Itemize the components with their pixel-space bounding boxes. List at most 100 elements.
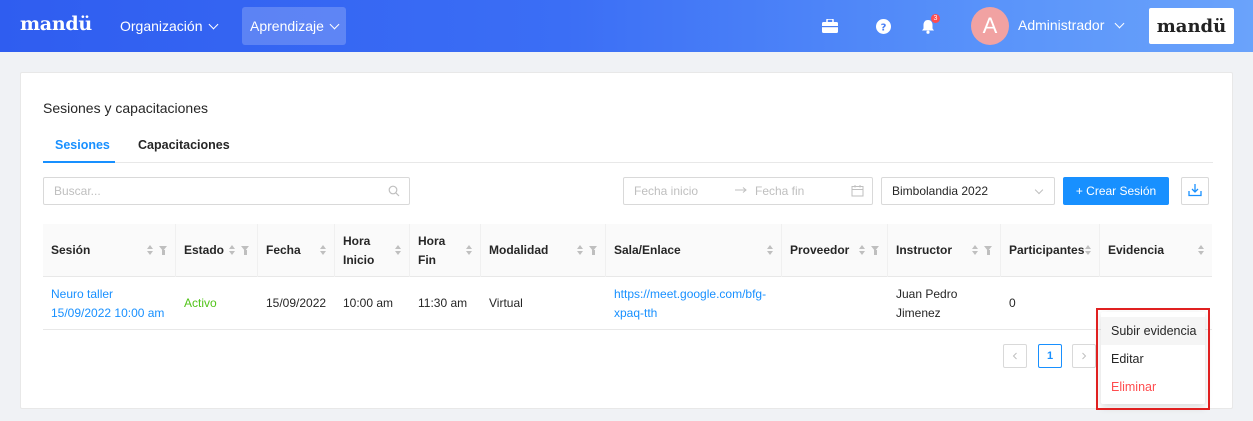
create-session-button[interactable]: + Crear Sesión — [1063, 177, 1169, 205]
avatar[interactable]: A — [971, 7, 1009, 45]
table-row: Neuro taller 15/09/2022 10:00 am Activo 1… — [43, 277, 1212, 330]
filter-icon[interactable] — [589, 245, 598, 256]
sort-icon[interactable] — [1198, 245, 1205, 256]
col-label: Sala/Enlace — [614, 243, 681, 257]
tab-active-indicator — [43, 161, 115, 163]
start-cell: 10:00 am — [343, 296, 394, 310]
nav-organizacion-label: Organización — [120, 18, 203, 34]
col-participantes[interactable]: Participantes — [1001, 224, 1100, 277]
search-input[interactable] — [54, 184, 374, 198]
avatar-letter: A — [982, 13, 998, 38]
chevron-down-icon — [1034, 185, 1044, 195]
sort-icon[interactable] — [229, 245, 236, 256]
col-label: Hora — [418, 233, 446, 248]
date-start-input[interactable]: Fecha inicio — [634, 184, 698, 198]
meeting-link-line1: https://meet.google.com/bfg- — [614, 286, 767, 301]
search-box — [43, 177, 410, 205]
download-button[interactable] — [1181, 177, 1209, 205]
date-end-input[interactable]: Fecha fin — [755, 184, 804, 198]
filter-icon[interactable] — [984, 245, 993, 256]
col-sesion[interactable]: Sesión — [43, 224, 176, 277]
tabs: Sesiones Capacitaciones — [43, 129, 1213, 163]
col-label: Instructor — [896, 243, 953, 257]
instructor-cell: Juan Pedro Jimenez — [888, 277, 1001, 330]
col-hora-fin[interactable]: Hora Fin — [410, 224, 481, 277]
col-modalidad[interactable]: Modalidad — [481, 224, 606, 277]
table-header: Sesión Estado Fecha Hora Inicio Hora Fin M… — [43, 224, 1212, 277]
sort-icon[interactable] — [395, 245, 402, 256]
col-label: Fecha — [266, 243, 301, 257]
mode-cell: Virtual — [489, 296, 523, 310]
sort-icon[interactable] — [320, 245, 327, 256]
filter-icon[interactable] — [241, 245, 250, 256]
meeting-link[interactable]: https://meet.google.com/bfg-xpaq-tth — [606, 277, 782, 330]
nav-aprendizaje-label: Aprendizaje — [250, 18, 324, 34]
chevron-right-icon — [1082, 352, 1087, 360]
col-evidencia[interactable]: Evidencia — [1100, 224, 1212, 277]
sort-icon[interactable] — [972, 245, 979, 256]
nav-organizacion[interactable]: Organización — [112, 7, 225, 45]
provider-cell — [782, 277, 888, 330]
page-title: Sesiones y capacitaciones — [43, 100, 208, 116]
pagination-page[interactable]: 1 — [1038, 344, 1062, 368]
download-icon — [1188, 183, 1202, 200]
instructor-last: Jimenez — [896, 305, 941, 320]
logo[interactable]: mandü — [20, 13, 92, 35]
col-proveedor[interactable]: Proveedor — [782, 224, 888, 277]
chevron-down-icon — [208, 19, 218, 29]
sort-icon[interactable] — [767, 245, 774, 256]
sort-icon[interactable] — [147, 245, 154, 256]
user-menu[interactable]: Administrador — [1018, 17, 1125, 33]
date-cell: 15/09/2022 — [266, 296, 327, 310]
col-label: Proveedor — [790, 243, 850, 257]
session-name: Neuro taller — [51, 286, 114, 301]
col-fecha[interactable]: Fecha — [258, 224, 335, 277]
participants-cell: 0 — [1009, 296, 1016, 310]
pagination-next[interactable] — [1072, 344, 1096, 368]
chevron-left-icon — [1012, 352, 1017, 360]
instructor-first: Juan Pedro — [896, 286, 958, 301]
col-hora-inicio[interactable]: Hora Inicio — [335, 224, 410, 277]
briefcase-icon[interactable] — [820, 16, 840, 36]
col-sala-enlace[interactable]: Sala/Enlace — [606, 224, 782, 277]
col-label: Estado — [184, 243, 225, 257]
col-estado[interactable]: Estado — [176, 224, 258, 277]
status-cell: Activo — [184, 296, 217, 310]
top-navbar: mandü Organización Aprendizaje ? 3 A Adm… — [0, 0, 1253, 52]
session-datetime: 15/09/2022 10:00 am — [51, 305, 165, 320]
brand-logo: mandü — [1149, 8, 1234, 44]
pagination-prev[interactable] — [1003, 344, 1027, 368]
nav-aprendizaje[interactable]: Aprendizaje — [242, 7, 346, 45]
svg-text:?: ? — [880, 22, 886, 33]
tab-sesiones[interactable]: Sesiones — [55, 138, 110, 152]
calendar-icon — [851, 184, 864, 200]
search-icon[interactable] — [388, 185, 400, 200]
chevron-down-icon — [329, 19, 340, 29]
user-name: Administrador — [1018, 17, 1105, 33]
sort-icon[interactable] — [1085, 245, 1092, 256]
sort-icon[interactable] — [577, 245, 584, 256]
program-select-value: Bimbolandia 2022 — [892, 184, 989, 198]
end-cell: 11:30 am — [418, 296, 468, 310]
col-label: Evidencia — [1108, 243, 1165, 257]
tab-capacitaciones[interactable]: Capacitaciones — [138, 138, 230, 152]
sort-icon[interactable] — [859, 245, 866, 256]
filter-icon[interactable] — [871, 245, 880, 256]
col-label: Hora — [343, 233, 371, 248]
program-select[interactable]: Bimbolandia 2022 — [881, 177, 1055, 205]
col-instructor[interactable]: Instructor — [888, 224, 1001, 277]
help-icon[interactable]: ? — [873, 16, 893, 36]
highlight-box — [1096, 308, 1210, 410]
col-label: Modalidad — [489, 243, 549, 257]
chevron-down-icon — [1114, 18, 1125, 28]
main-card: Sesiones y capacitaciones Sesiones Capac… — [20, 72, 1233, 409]
session-link[interactable]: Neuro taller 15/09/2022 10:00 am — [43, 277, 176, 330]
meeting-link-line2: xpaq-tth — [614, 305, 658, 320]
col-label: Fin — [418, 252, 436, 267]
col-label: Sesión — [51, 243, 91, 257]
date-range-picker[interactable]: Fecha inicio Fecha fin — [623, 177, 873, 205]
notification-badge: 3 — [931, 14, 940, 23]
sort-icon[interactable] — [466, 245, 473, 256]
col-label: Inicio — [343, 252, 375, 267]
filter-icon[interactable] — [159, 245, 168, 256]
